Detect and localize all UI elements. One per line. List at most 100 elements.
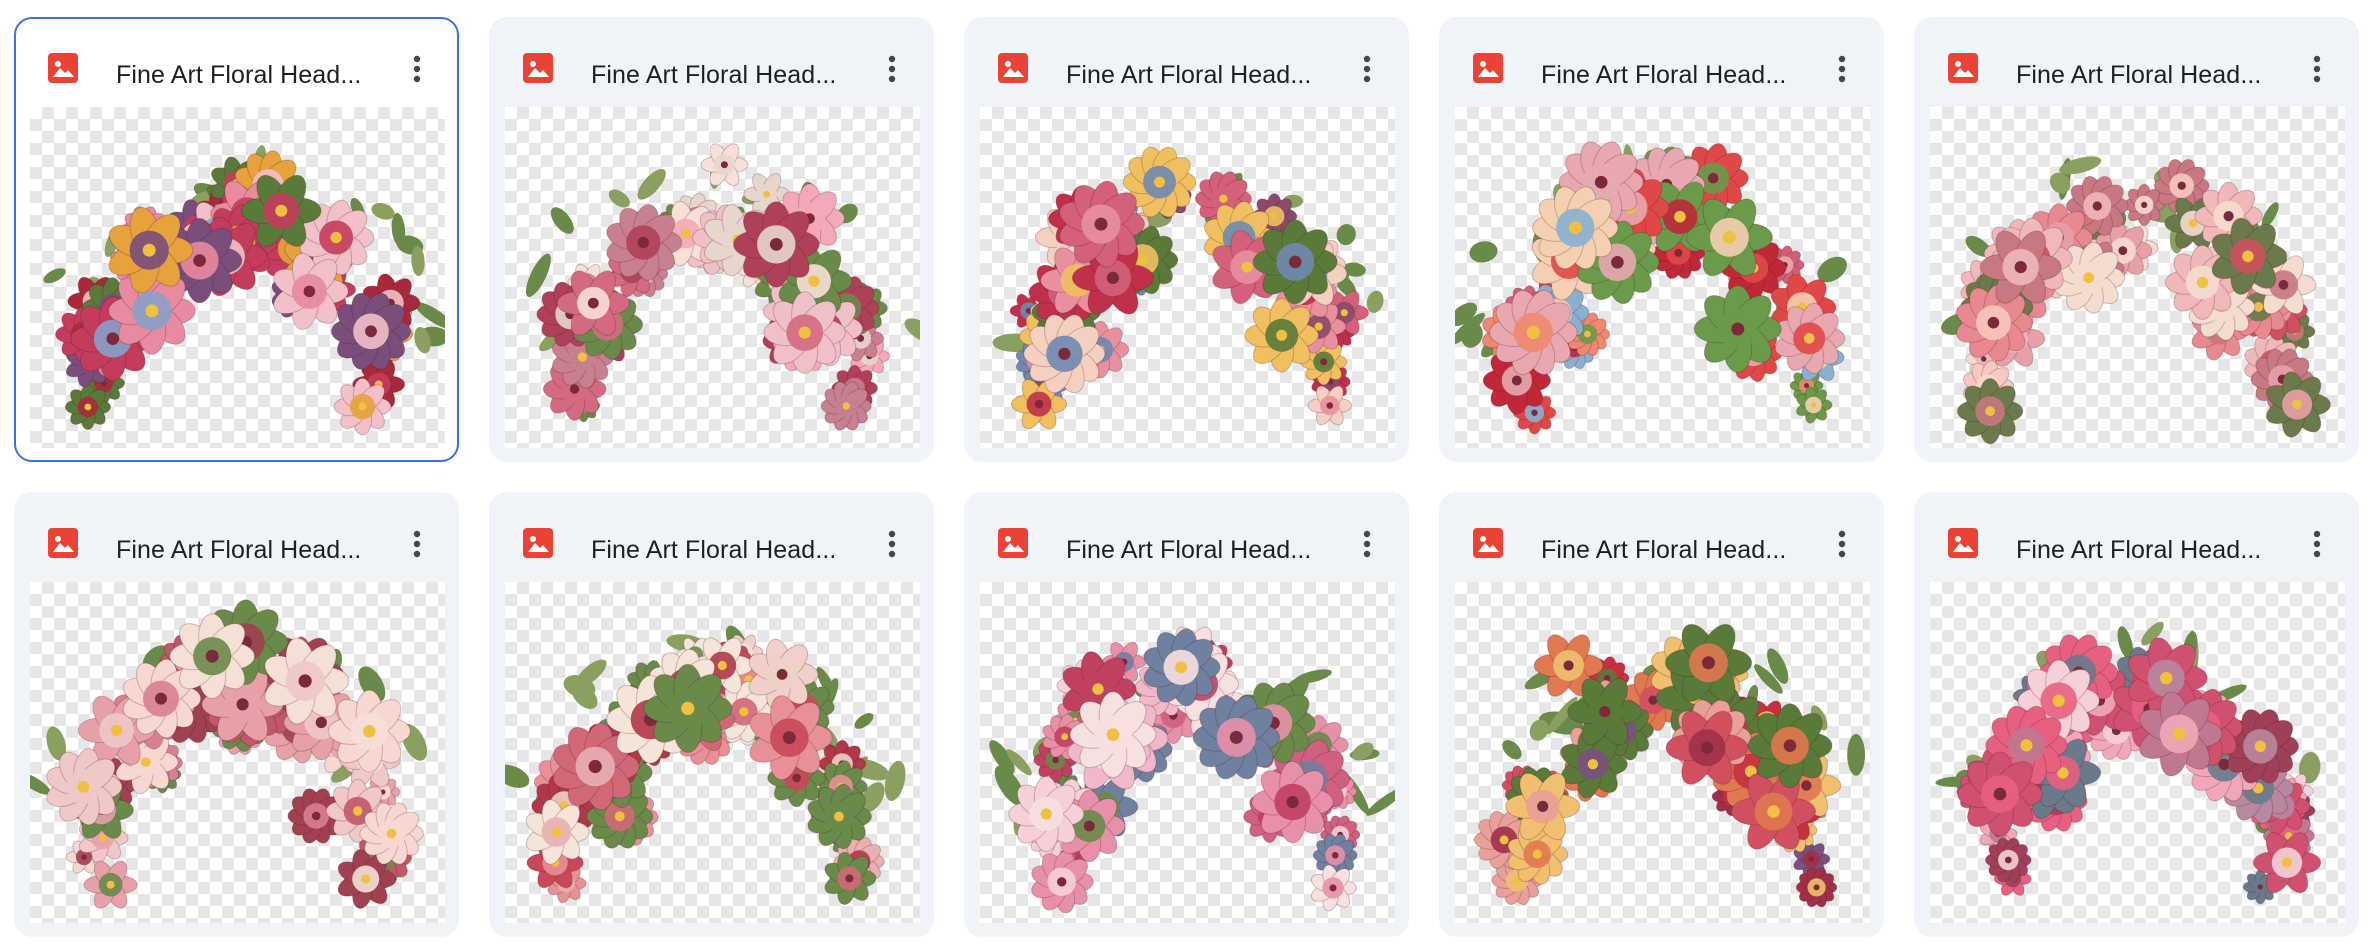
more-vert-icon[interactable]: [397, 524, 437, 564]
image-file-icon: [1473, 53, 1503, 83]
image-file-icon: [998, 528, 1028, 558]
file-card-header: Fine Art Floral Head...: [16, 494, 457, 582]
image-file-icon: [1473, 528, 1503, 558]
file-thumbnail[interactable]: [505, 107, 920, 448]
file-card[interactable]: Fine Art Floral Head...: [964, 17, 1409, 462]
file-card-header: Fine Art Floral Head...: [966, 494, 1407, 582]
more-vert-icon[interactable]: [1822, 524, 1862, 564]
file-card[interactable]: Fine Art Floral Head...: [14, 17, 459, 462]
flower-shape: [1956, 378, 2024, 445]
floral-headpiece-image: [525, 143, 920, 431]
leaf-shape: [1847, 733, 1865, 776]
file-thumbnail[interactable]: [30, 107, 445, 448]
more-vert-icon[interactable]: [1347, 49, 1387, 89]
more-vert-icon[interactable]: [872, 524, 912, 564]
flower-shape: [1252, 219, 1338, 305]
image-file-icon: [48, 53, 78, 83]
image-file-icon: [1948, 528, 1978, 558]
flower-shape: [1069, 691, 1157, 779]
file-card[interactable]: Fine Art Floral Head...: [1914, 17, 2359, 462]
flower-shape: [327, 689, 411, 773]
file-title[interactable]: Fine Art Floral Head...: [591, 61, 836, 90]
file-title[interactable]: Fine Art Floral Head...: [2016, 536, 2261, 565]
more-vert-icon[interactable]: [2297, 524, 2337, 564]
file-title[interactable]: Fine Art Floral Head...: [1066, 536, 1311, 565]
more-vert-icon[interactable]: [872, 49, 912, 89]
flower-shape: [64, 383, 111, 431]
more-vert-icon[interactable]: [2297, 49, 2337, 89]
file-card[interactable]: Fine Art Floral Head...: [1439, 492, 1884, 937]
flower-shape: [333, 377, 392, 436]
file-title[interactable]: Fine Art Floral Head...: [1066, 61, 1311, 90]
file-thumbnail[interactable]: [1930, 582, 2345, 923]
file-card-header: Fine Art Floral Head...: [966, 19, 1407, 107]
more-vert-icon[interactable]: [1822, 49, 1862, 89]
flower-shape: [1310, 864, 1358, 912]
file-card[interactable]: Fine Art Floral Head...: [1914, 492, 2359, 937]
file-title[interactable]: Fine Art Floral Head...: [2016, 61, 2261, 90]
flower-shape: [733, 201, 820, 288]
file-card[interactable]: Fine Art Floral Head...: [14, 492, 459, 937]
leaf-shape: [904, 318, 920, 344]
image-file-icon: [1948, 53, 1978, 83]
flower-shape: [763, 291, 846, 374]
file-thumbnail[interactable]: [1930, 107, 2345, 448]
file-card-header: Fine Art Floral Head...: [1441, 494, 1882, 582]
flower-shape: [643, 663, 733, 753]
image-file-icon: [48, 528, 78, 558]
file-card[interactable]: Fine Art Floral Head...: [964, 492, 1409, 937]
leaf-shape: [637, 168, 666, 200]
file-card-header: Fine Art Floral Head...: [491, 19, 932, 107]
flower-shape: [1244, 298, 1319, 373]
floral-headpiece-image: [43, 145, 445, 436]
file-title[interactable]: Fine Art Floral Head...: [116, 536, 361, 565]
flower-shape: [169, 613, 256, 700]
image-file-icon: [523, 528, 553, 558]
floral-headpiece-image: [989, 626, 1395, 914]
file-card-header: Fine Art Floral Head...: [1916, 494, 2357, 582]
floral-headpiece-image: [1935, 621, 2322, 905]
image-file-icon: [523, 53, 553, 83]
file-card-header: Fine Art Floral Head...: [1441, 19, 1882, 107]
flower-shape: [700, 143, 749, 187]
file-thumbnail[interactable]: [30, 582, 445, 923]
leaf-shape: [854, 713, 874, 729]
leaf-shape: [550, 207, 574, 234]
flower-shape: [1693, 284, 1782, 374]
more-vert-icon[interactable]: [397, 49, 437, 89]
floral-headpiece-image: [1455, 141, 1847, 435]
leaf-shape: [1469, 241, 1498, 263]
leaf-shape: [43, 268, 66, 284]
flower-shape: [1251, 760, 1334, 844]
flower-shape: [1008, 775, 1085, 853]
floral-headpiece-image: [505, 625, 906, 906]
flower-shape: [1957, 751, 2043, 837]
leaf-shape: [608, 189, 630, 208]
file-thumbnail[interactable]: [980, 107, 1395, 448]
file-title[interactable]: Fine Art Floral Head...: [116, 61, 361, 90]
file-card[interactable]: Fine Art Floral Head...: [1439, 17, 1884, 462]
file-grid: Fine Art Floral Head... Fine Art Floral H…: [0, 0, 2376, 950]
leaf-shape: [505, 764, 530, 788]
file-card[interactable]: Fine Art Floral Head...: [489, 17, 934, 462]
floral-headpiece-image: [30, 599, 428, 909]
file-card-header: Fine Art Floral Head...: [1916, 19, 2357, 107]
leaf-shape: [1502, 740, 1522, 760]
file-title[interactable]: Fine Art Floral Head...: [1541, 61, 1786, 90]
file-thumbnail[interactable]: [980, 582, 1395, 923]
file-title[interactable]: Fine Art Floral Head...: [591, 536, 836, 565]
file-thumbnail[interactable]: [1455, 582, 1870, 923]
image-file-icon: [998, 53, 1028, 83]
file-thumbnail[interactable]: [1455, 107, 1870, 448]
floral-headpiece-image: [992, 146, 1384, 430]
leaf-shape: [884, 760, 906, 801]
more-vert-icon[interactable]: [1347, 524, 1387, 564]
file-card[interactable]: Fine Art Floral Head...: [489, 492, 934, 937]
floral-headpiece-image: [1473, 623, 1865, 908]
file-title[interactable]: Fine Art Floral Head...: [1541, 536, 1786, 565]
floral-headpiece-image: [1941, 156, 2331, 445]
flower-shape: [1747, 703, 1833, 789]
file-card-header: Fine Art Floral Head...: [491, 494, 932, 582]
flower-shape: [1795, 867, 1838, 908]
file-thumbnail[interactable]: [505, 582, 920, 923]
